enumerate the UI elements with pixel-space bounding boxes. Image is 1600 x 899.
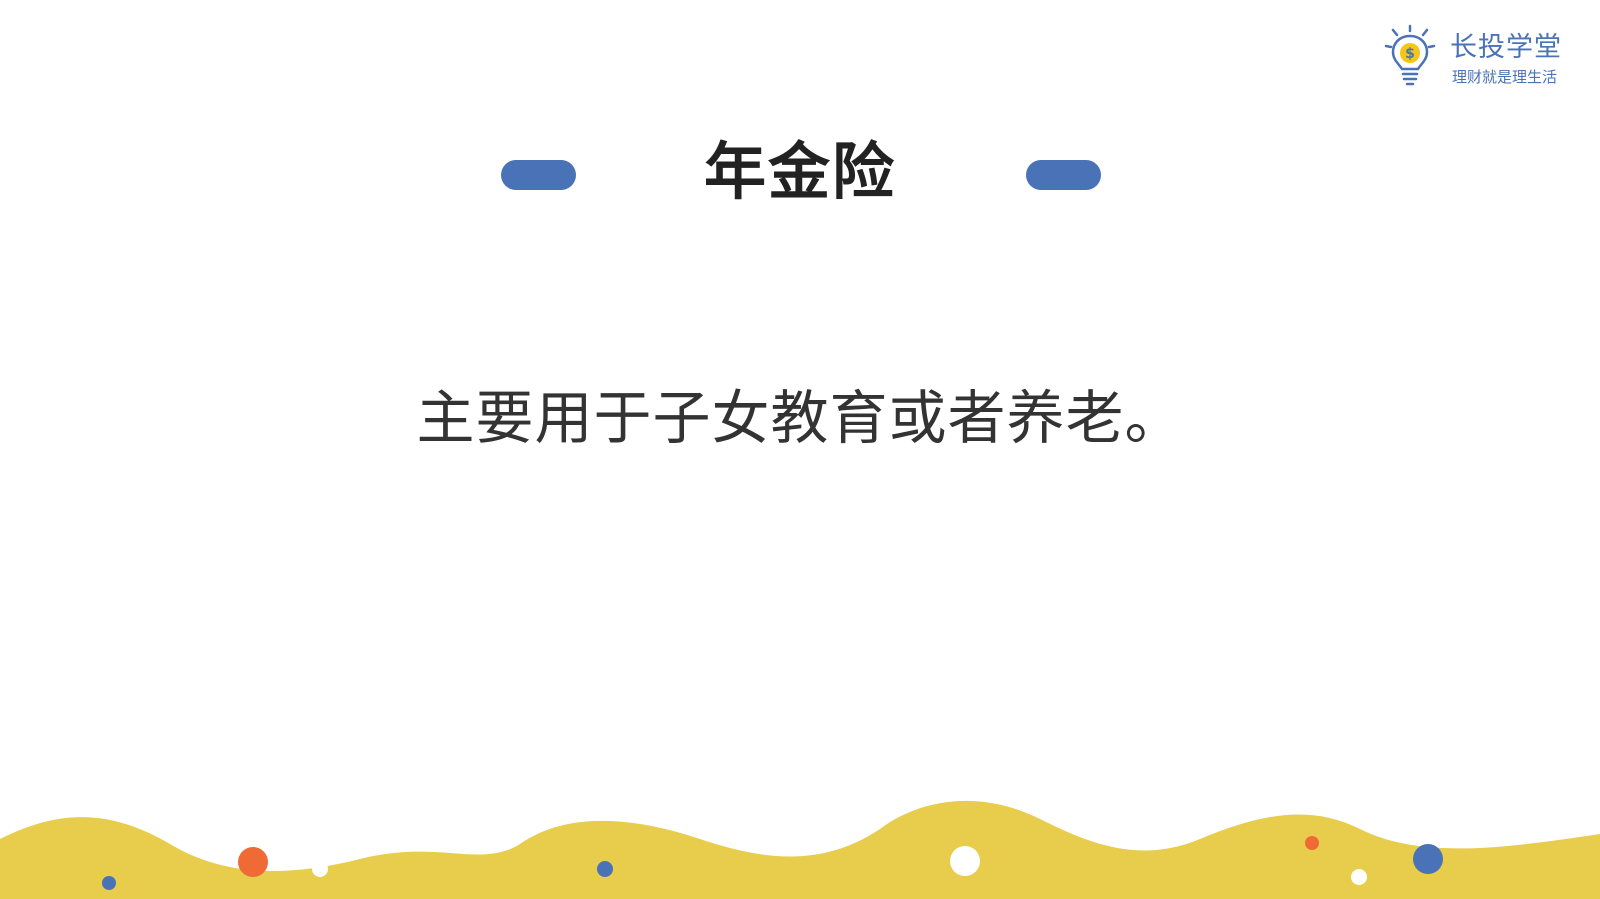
- slide-body-text: 主要用于子女教育或者养老。: [416, 384, 1184, 452]
- dot-orange: [238, 847, 268, 877]
- dot-blue: [102, 876, 116, 890]
- title-decor-pill-right: [1026, 160, 1101, 190]
- slide-title: 年金险: [703, 135, 896, 208]
- dot-blue: [597, 861, 613, 877]
- brand-logo: $ 长投学堂 理财就是理生活: [1384, 24, 1574, 90]
- dot-white: [312, 861, 328, 877]
- dot-white: [950, 846, 980, 876]
- lightbulb-dollar-icon: $: [1384, 24, 1436, 86]
- dot-white: [1351, 869, 1367, 885]
- brand-name: 长投学堂: [1450, 32, 1562, 63]
- decorative-wave: [0, 800, 1600, 899]
- title-decor-pill-left: [501, 160, 576, 190]
- dot-blue: [1413, 844, 1443, 874]
- svg-text:$: $: [1405, 46, 1415, 62]
- slide: $ 长投学堂 理财就是理生活 年金险 主要用于子女教育或者养老。: [0, 0, 1600, 899]
- dot-orange: [1305, 836, 1319, 850]
- brand-slogan: 理财就是理生活: [1452, 68, 1558, 86]
